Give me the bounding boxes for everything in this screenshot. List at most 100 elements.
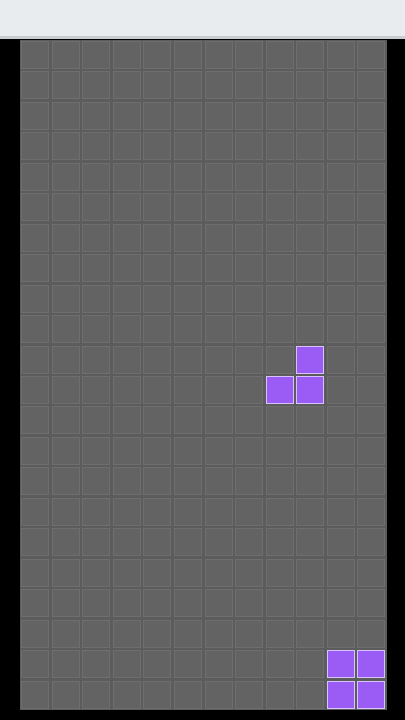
board-cell — [21, 406, 49, 435]
board-cell — [204, 193, 233, 222]
board-cell — [143, 558, 172, 587]
board-cell — [82, 528, 111, 557]
board-cell — [51, 528, 80, 557]
board-cell — [296, 589, 325, 618]
board-cell — [112, 132, 141, 161]
board-cell — [357, 101, 386, 130]
board-cell — [51, 376, 80, 404]
board-cell — [112, 71, 141, 100]
board-cell — [51, 71, 80, 100]
board-cell — [296, 101, 325, 130]
board-cell — [265, 284, 294, 313]
tetris-board[interactable] — [20, 40, 387, 710]
board-cell — [235, 589, 264, 618]
board-cell — [235, 650, 264, 679]
board-cell — [112, 619, 141, 648]
board-cell — [51, 315, 80, 344]
board-cell — [112, 193, 141, 222]
board-cell — [173, 284, 202, 313]
board-cell — [21, 436, 49, 465]
board-cell — [51, 406, 80, 435]
board-cell — [112, 376, 141, 404]
board-cell — [326, 193, 355, 222]
board-cell — [51, 345, 80, 374]
board-cell — [265, 101, 294, 130]
board-cell — [265, 315, 294, 344]
board-cell — [235, 528, 264, 557]
board-cell — [82, 497, 111, 526]
board-cell — [112, 254, 141, 283]
board-cell — [82, 254, 111, 283]
board-cell — [204, 406, 233, 435]
board-cell — [51, 162, 80, 191]
board-cell — [21, 558, 49, 587]
board-cell — [357, 467, 386, 496]
board-cell — [51, 223, 80, 252]
board-cell — [326, 132, 355, 161]
board-cell — [51, 680, 80, 709]
board-cell — [326, 41, 355, 69]
board-cell — [204, 101, 233, 130]
board-cell — [296, 680, 325, 709]
board-cell — [357, 162, 386, 191]
board-cell — [296, 436, 325, 465]
board-cell — [173, 41, 202, 69]
board-cell — [82, 406, 111, 435]
board-cell — [51, 284, 80, 313]
board-cell — [21, 650, 49, 679]
board-cell — [326, 71, 355, 100]
board-cell — [296, 284, 325, 313]
board-cell — [21, 284, 49, 313]
board-cell — [112, 650, 141, 679]
board-cell — [112, 589, 141, 618]
board-cell — [326, 436, 355, 465]
board-cell — [112, 41, 141, 69]
board-cell — [265, 345, 294, 374]
board-cell — [204, 528, 233, 557]
board-cell — [143, 41, 172, 69]
board-cell — [204, 284, 233, 313]
board-cell — [357, 497, 386, 526]
board-cell — [265, 223, 294, 252]
board-cell — [204, 619, 233, 648]
board-cell — [21, 223, 49, 252]
board-cell — [82, 284, 111, 313]
board-cell — [173, 528, 202, 557]
board-cell — [21, 101, 49, 130]
board-cell — [21, 162, 49, 191]
board-cell — [51, 589, 80, 618]
board-cell — [326, 376, 355, 404]
board-cell — [296, 497, 325, 526]
board-cell — [173, 558, 202, 587]
board-cell — [143, 680, 172, 709]
board-cell — [204, 71, 233, 100]
board-cell — [326, 315, 355, 344]
board-cell — [204, 254, 233, 283]
board-cell — [82, 650, 111, 679]
board-cell — [357, 71, 386, 100]
active-piece-block — [296, 345, 325, 374]
board-cell — [82, 619, 111, 648]
board-cell — [265, 680, 294, 709]
board-cell — [204, 589, 233, 618]
board-cell — [326, 284, 355, 313]
board-cell — [21, 193, 49, 222]
board-cell — [21, 345, 49, 374]
board-cell — [82, 436, 111, 465]
locked-block — [357, 650, 386, 679]
board-cell — [296, 254, 325, 283]
board-cell — [173, 345, 202, 374]
board-cell — [143, 315, 172, 344]
board-cell — [51, 41, 80, 69]
board-cell — [143, 345, 172, 374]
board-cell — [143, 436, 172, 465]
board-cell — [265, 467, 294, 496]
board-cell — [21, 589, 49, 618]
board-cell — [112, 680, 141, 709]
board-cell — [173, 162, 202, 191]
board-cell — [143, 619, 172, 648]
board-cell — [143, 101, 172, 130]
board-cell — [143, 650, 172, 679]
board-cell — [357, 558, 386, 587]
board-cell — [82, 71, 111, 100]
